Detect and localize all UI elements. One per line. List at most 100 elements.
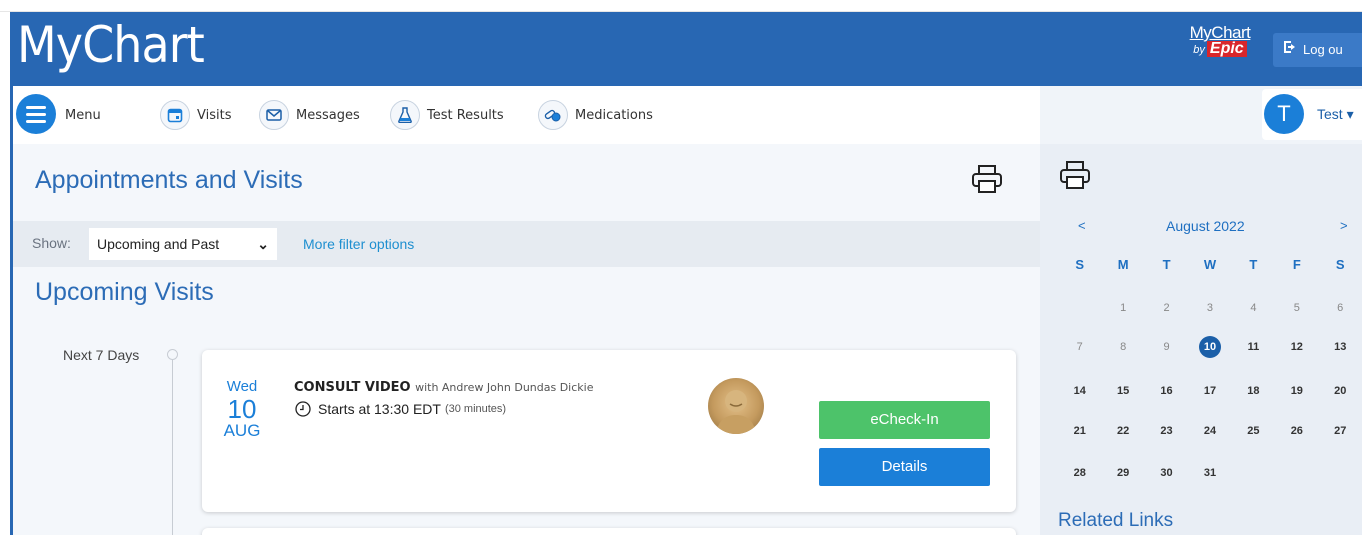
epic-logo-word: Epic [1206, 41, 1247, 57]
more-filter-options-link[interactable]: More filter options [303, 236, 414, 252]
calendar-weekday-row: S M T W T F S [1058, 252, 1362, 278]
timeline-label: Next 7 Days [63, 347, 140, 363]
printer-icon[interactable] [1059, 160, 1091, 195]
calendar-day[interactable]: 29 [1101, 460, 1144, 486]
menu-icon[interactable] [16, 94, 56, 134]
calendar-day[interactable]: 5 [1275, 295, 1318, 321]
nav-item-messages[interactable]: Messages [259, 99, 360, 131]
calendar-day-empty [1232, 460, 1275, 486]
calendar-day[interactable]: 2 [1145, 295, 1188, 321]
printer-icon[interactable] [971, 164, 1003, 199]
calendar-day[interactable]: 31 [1188, 460, 1231, 486]
details-button[interactable]: Details [819, 448, 990, 486]
visit-card[interactable]: Wed 10 AUG CONSULT VIDEO with Andrew Joh… [202, 350, 1016, 512]
weekday-label: T [1162, 257, 1171, 272]
visit-type: CONSULT VIDEO with Andrew John Dundas Di… [294, 380, 593, 395]
left-page-margin [0, 86, 10, 535]
calendar-day[interactable]: 23 [1145, 418, 1188, 444]
calendar-day[interactable]: 15 [1101, 378, 1144, 404]
weekday-label: W [1203, 257, 1217, 272]
related-links-heading: Related Links [1058, 510, 1174, 531]
calendar-day[interactable]: 21 [1058, 418, 1101, 444]
visit-date-number: 10 [227, 394, 257, 424]
calendar-day[interactable]: 17 [1188, 378, 1231, 404]
app-header: MyChart MyChart by Epic Log ou [10, 12, 1362, 86]
logout-icon [1283, 33, 1303, 67]
visit-duration: (30 minutes) [444, 403, 507, 415]
calendar-day[interactable]: 27 [1319, 418, 1362, 444]
calendar-month-title: August 2022 [1166, 218, 1245, 234]
calendar-day[interactable]: 16 [1145, 378, 1188, 404]
filter-bar: Show: Upcoming and Past ⌄ More filter op… [13, 221, 1040, 267]
visit-start-time: Starts at 13:30 EDT [318, 401, 441, 417]
user-menu[interactable]: T Test ▾ [1262, 89, 1362, 140]
calendar-day[interactable]: 30 [1145, 460, 1188, 486]
nav-item-test-results[interactable]: Test Results [390, 99, 504, 131]
user-avatar: T [1264, 94, 1304, 134]
user-name: Test [1317, 106, 1343, 122]
upcoming-visits-heading: Upcoming Visits [35, 278, 214, 306]
calendar-day[interactable]: 24 [1188, 418, 1231, 444]
logout-button[interactable]: Log ou [1273, 33, 1362, 67]
calendar-day[interactable]: 18 [1232, 378, 1275, 404]
chevron-down-icon: ⌄ [257, 236, 269, 252]
calendar-day [1058, 295, 1101, 321]
menu-label[interactable]: Menu [65, 99, 101, 131]
calendar-week-row: 21 22 23 24 25 26 27 [1058, 418, 1362, 444]
weekday-label: S [1075, 257, 1085, 272]
nav-item-visits[interactable]: Visits [160, 99, 231, 131]
calendar-next-button[interactable]: > [1340, 218, 1348, 233]
nav-label-test-results: Test Results [427, 107, 504, 123]
weekday-label: M [1117, 257, 1129, 272]
timeline-dot [167, 349, 178, 360]
calendar-day[interactable]: 22 [1101, 418, 1144, 444]
visit-date: Wed 10 AUG [222, 378, 262, 439]
epic-logo-top: MyChart [1189, 23, 1251, 42]
calendar-day[interactable]: 20 [1319, 378, 1362, 404]
weekday-label: S [1335, 257, 1345, 272]
calendar-day[interactable]: 8 [1101, 334, 1144, 360]
calendar-day-today[interactable]: 10 [1188, 334, 1231, 360]
calendar-day-empty [1319, 460, 1362, 486]
nav-label-visits: Visits [197, 107, 232, 123]
mychart-logo[interactable]: MyChart [17, 16, 205, 74]
provider-photo [708, 378, 764, 434]
visit-type-label: CONSULT VIDEO [294, 380, 411, 395]
calendar-day[interactable]: 13 [1319, 334, 1362, 360]
calendar-day[interactable]: 28 [1058, 460, 1101, 486]
calendar-day[interactable]: 26 [1275, 418, 1318, 444]
calendar-day-empty [1275, 460, 1318, 486]
nav-bar: Menu Visits Messages Test Results Medica… [13, 86, 1040, 144]
calendar-week-row: 1 2 3 4 5 6 [1058, 295, 1362, 321]
logout-label: Log ou [1303, 42, 1343, 57]
calendar-week-row: 7 8 9 10 11 12 13 [1058, 334, 1362, 360]
pills-icon [538, 100, 568, 130]
calendar-sidebar: < August 2022 > S M T W T F S 1 2 3 4 5 … [1040, 144, 1362, 535]
calendar-day[interactable]: 3 [1188, 295, 1231, 321]
calendar-prev-button[interactable]: < [1078, 218, 1086, 233]
calendar-day[interactable]: 11 [1232, 334, 1275, 360]
visit-day: Wed [226, 378, 258, 395]
calendar-day[interactable]: 4 [1232, 295, 1275, 321]
mychart-by-epic-logo: MyChart by Epic [1180, 24, 1260, 57]
calendar-day[interactable]: 19 [1275, 378, 1318, 404]
page-title: Appointments and Visits [35, 166, 303, 194]
nav-label-medications: Medications [575, 107, 653, 123]
nav-item-medications[interactable]: Medications [538, 99, 653, 131]
calendar-day[interactable]: 7 [1058, 334, 1101, 360]
calendar-day[interactable]: 9 [1145, 334, 1188, 360]
echeck-in-button[interactable]: eCheck-In [819, 401, 990, 439]
calendar-day[interactable]: 25 [1232, 418, 1275, 444]
show-filter-value: Upcoming and Past [97, 236, 220, 252]
weekday-label: F [1292, 257, 1301, 272]
visit-provider: with Andrew John Dundas Dickie [415, 381, 594, 394]
next-visit-card[interactable] [202, 528, 1016, 535]
show-filter-select[interactable]: Upcoming and Past ⌄ [89, 228, 277, 260]
calendar-day[interactable]: 6 [1319, 295, 1362, 321]
weekday-label: T [1249, 257, 1258, 272]
calendar-day[interactable]: 14 [1058, 378, 1101, 404]
envelope-icon [259, 100, 289, 130]
visit-month: AUG [223, 421, 261, 440]
calendar-day[interactable]: 1 [1101, 295, 1144, 321]
calendar-day[interactable]: 12 [1275, 334, 1318, 360]
